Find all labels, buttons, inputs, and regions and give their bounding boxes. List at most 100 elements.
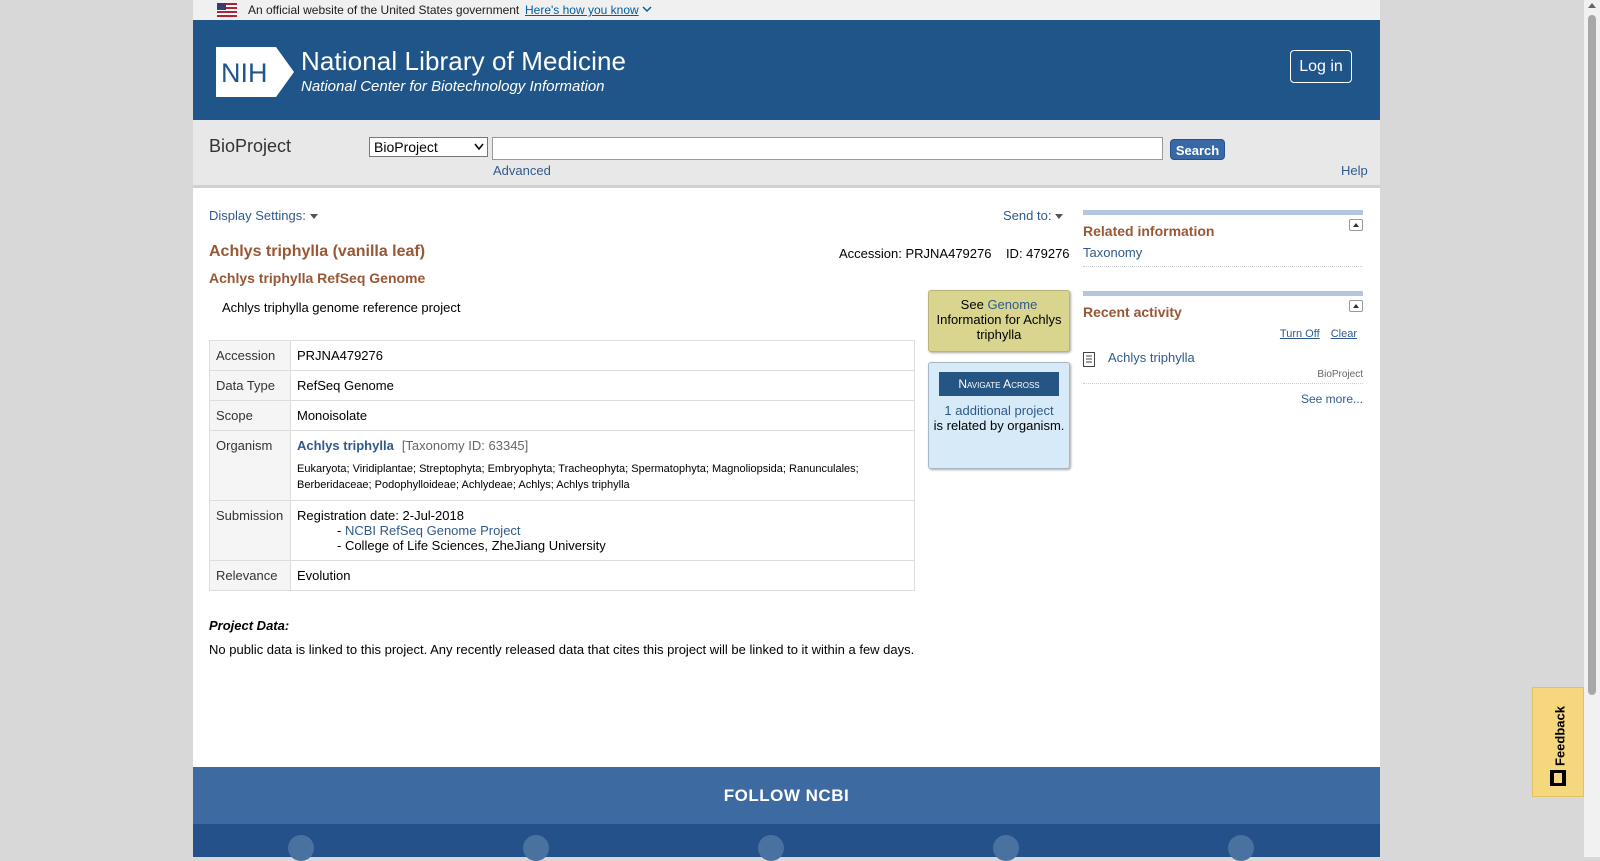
how-you-know-link[interactable]: Here's how you know xyxy=(525,0,639,20)
scroll-up-icon[interactable] xyxy=(1588,3,1596,8)
send-to-menu[interactable]: Send to: xyxy=(1003,208,1064,223)
table-row: Relevance Evolution xyxy=(209,560,915,591)
recent-item-source: BioProject xyxy=(1317,369,1363,380)
accession-label: Accession: PRJNA479276 xyxy=(839,246,992,261)
table-row: Submission Registration date: 2-Jul-2018… xyxy=(209,500,915,561)
facebook-icon[interactable] xyxy=(523,835,549,861)
recent-actions: Turn Off Clear xyxy=(1083,328,1363,340)
gov-banner: An official website of the United States… xyxy=(193,0,1380,20)
caret-down-icon xyxy=(309,214,318,220)
portlet-bar xyxy=(1083,291,1363,296)
submission-cell: Registration date: 2-Jul-2018 - NCBI Ref… xyxy=(290,500,915,561)
help-link[interactable]: Help xyxy=(1341,163,1368,178)
record-title: Achlys triphylla (vanilla leaf) xyxy=(209,243,426,260)
genome-see: See xyxy=(960,297,984,312)
turn-off-link[interactable]: Turn Off xyxy=(1280,328,1320,340)
project-data-heading: Project Data: xyxy=(209,618,290,633)
table-row: Organism Achlys triphylla [Taxonomy ID: 6… xyxy=(209,430,915,501)
github-icon[interactable] xyxy=(993,835,1019,861)
related-info-portlet: Related information Taxonomy xyxy=(1083,210,1363,267)
follow-ncbi-footer: FOLLOW NCBI xyxy=(193,767,1380,824)
page-scrollbar[interactable] xyxy=(1584,0,1600,857)
us-flag-icon xyxy=(217,3,237,17)
rss-icon[interactable] xyxy=(1228,835,1254,861)
submitter-2: - College of Life Sciences, ZheJiang Uni… xyxy=(337,538,606,553)
row-label: Submission xyxy=(209,500,291,561)
project-data-text: No public data is linked to this project… xyxy=(209,642,915,657)
display-settings-menu[interactable]: Display Settings: xyxy=(209,208,318,223)
feedback-tab[interactable]: Feedback xyxy=(1532,687,1584,797)
genome-box: See Genome Information for Achlys triphy… xyxy=(928,290,1070,352)
organism-link[interactable]: Achlys triphylla xyxy=(297,438,394,453)
ncbi-subtitle[interactable]: National Center for Biotechnology Inform… xyxy=(301,78,605,95)
row-label: Scope xyxy=(209,400,291,431)
caret-down-icon xyxy=(1055,214,1064,220)
record-description: Achlys triphylla genome reference projec… xyxy=(222,300,461,315)
linkedin-icon[interactable] xyxy=(758,835,784,861)
nlm-header: NIH National Library of Medicine Nationa… xyxy=(193,20,1380,120)
select-arrow-icon xyxy=(474,143,484,151)
database-name[interactable]: BioProject xyxy=(209,136,291,157)
database-select[interactable]: BioProject xyxy=(369,137,488,157)
recent-activity-portlet: Recent activity Turn Off Clear Achlys tr… xyxy=(1083,291,1363,406)
row-value: Evolution xyxy=(290,560,915,591)
row-value: Monoisolate xyxy=(290,400,915,431)
genome-link[interactable]: Genome xyxy=(987,297,1037,312)
genome-info-text: Information for Achlys triphylla xyxy=(936,312,1062,342)
x-twitter-icon[interactable] xyxy=(288,835,314,861)
id-label: ID: 479276 xyxy=(1005,246,1070,261)
navigate-across-box: Navigate Across 1 additional project is … xyxy=(928,362,1070,469)
taxonomy-id: [Taxonomy ID: 63345] xyxy=(401,438,529,453)
additional-project-link[interactable]: 1 additional project xyxy=(944,403,1053,418)
record-accession-id: Accession: PRJNA479276 ID: 479276 xyxy=(839,246,1070,261)
clear-link[interactable]: Clear xyxy=(1331,328,1357,340)
recent-activity-heading: Recent activity xyxy=(1083,304,1182,320)
collapse-icon[interactable] xyxy=(1349,219,1363,231)
scrollbar-thumb[interactable] xyxy=(1588,15,1596,695)
taxonomy-link[interactable]: Taxonomy xyxy=(1083,245,1363,267)
collapse-icon[interactable] xyxy=(1349,300,1363,312)
feedback-icon xyxy=(1550,770,1566,786)
table-row: Scope Monoisolate xyxy=(209,400,915,431)
record-table: Accession PRJNA479276 Data Type RefSeq G… xyxy=(209,340,915,591)
table-row: Data Type RefSeq Genome xyxy=(209,370,915,401)
recent-item: Achlys triphylla BioProject xyxy=(1083,350,1363,384)
row-value: RefSeq Genome xyxy=(290,370,915,401)
nlm-title[interactable]: National Library of Medicine xyxy=(301,46,626,77)
row-label: Organism xyxy=(209,430,291,501)
nih-logo-icon[interactable]: NIH xyxy=(216,47,294,97)
table-row: Accession PRJNA479276 xyxy=(209,340,915,371)
row-value: PRJNA479276 xyxy=(290,340,915,371)
chevron-down-icon[interactable] xyxy=(641,3,653,15)
navigate-across-button[interactable]: Navigate Across xyxy=(939,372,1059,396)
row-label: Data Type xyxy=(209,370,291,401)
row-label: Relevance xyxy=(209,560,291,591)
login-button[interactable]: Log in xyxy=(1290,50,1352,83)
organism-lineage: Eukaryota; Viridiplantae; Streptophyta; … xyxy=(297,463,859,491)
gov-banner-text: An official website of the United States… xyxy=(248,3,520,17)
row-label: Accession xyxy=(209,340,291,371)
social-footer xyxy=(193,824,1380,861)
feedback-label: Feedback xyxy=(1552,706,1568,766)
navigate-related-text: is related by organism. xyxy=(933,418,1065,433)
related-info-heading: Related information xyxy=(1083,223,1215,239)
submitter-1: - NCBI RefSeq Genome Project xyxy=(297,523,908,538)
registration-date: Registration date: 2-Jul-2018 xyxy=(297,508,464,523)
recent-item-link[interactable]: Achlys triphylla xyxy=(1108,350,1195,365)
record-subtitle: Achlys triphylla RefSeq Genome xyxy=(209,270,426,286)
nih-logo-text: NIH xyxy=(221,58,268,88)
search-bar: BioProject BioProject Search Advanced He… xyxy=(193,120,1380,188)
see-more-link[interactable]: See more... xyxy=(1083,392,1363,406)
display-settings-label: Display Settings: xyxy=(209,208,306,223)
dash-prefix: - xyxy=(337,523,345,538)
document-icon xyxy=(1083,352,1095,367)
send-to-label: Send to: xyxy=(1003,208,1052,223)
portlet-bar xyxy=(1083,210,1363,215)
database-select-value: BioProject xyxy=(374,139,438,155)
search-button[interactable]: Search xyxy=(1170,139,1225,160)
refseq-project-link[interactable]: NCBI RefSeq Genome Project xyxy=(345,523,521,538)
page: An official website of the United States… xyxy=(193,0,1380,861)
organism-cell: Achlys triphylla [Taxonomy ID: 63345] Euk… xyxy=(290,430,915,501)
search-input[interactable] xyxy=(492,137,1163,160)
advanced-search-link[interactable]: Advanced xyxy=(493,163,551,178)
